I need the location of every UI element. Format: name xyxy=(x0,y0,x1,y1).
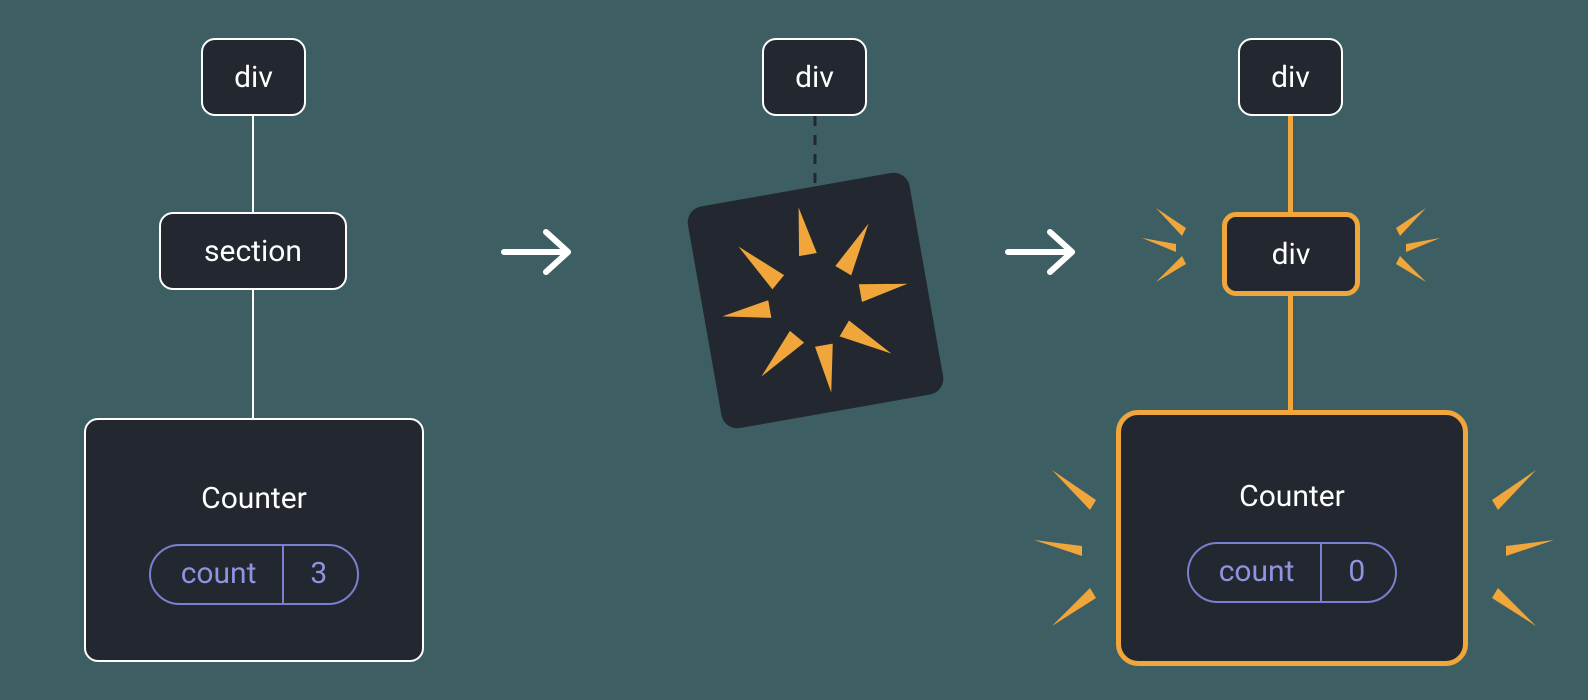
tree1-state-pill: count 3 xyxy=(149,544,360,605)
tree3-state-value: 0 xyxy=(1320,544,1395,601)
diagram-stage: div section Counter count 3 div xyxy=(0,0,1588,700)
tree1-state-label: count xyxy=(151,546,283,603)
tree2-root-node: div xyxy=(762,38,867,116)
arrow-2 xyxy=(1004,222,1082,286)
tree3-root-label: div xyxy=(1271,60,1310,95)
tree1-edge-mid-leaf xyxy=(252,290,254,418)
tree3-mid-label: div xyxy=(1272,237,1311,272)
tree1-root-node: div xyxy=(201,38,306,116)
tree2-root-label: div xyxy=(795,60,834,95)
tree1-counter-title: Counter xyxy=(201,481,307,516)
tree1-root-label: div xyxy=(234,60,273,95)
tree3-edge-mid-leaf xyxy=(1288,296,1293,410)
arrow-1 xyxy=(500,222,578,286)
tree3-mid-node: div xyxy=(1222,212,1360,296)
tree1-state-value: 3 xyxy=(282,546,357,603)
tree3-counter-node: Counter count 0 xyxy=(1116,410,1468,666)
tree3-state-label: count xyxy=(1189,544,1321,601)
tree1-edge-root-mid xyxy=(252,116,254,212)
tree1-counter-node: Counter count 3 xyxy=(84,418,424,662)
tree3-root-node: div xyxy=(1238,38,1343,116)
tree3-counter-title: Counter xyxy=(1239,479,1345,514)
tree3-state-pill: count 0 xyxy=(1187,542,1398,603)
tree3-edge-root-mid xyxy=(1288,116,1293,212)
tree1-mid-label: section xyxy=(204,234,302,269)
tree2-destroyed-node xyxy=(685,170,946,431)
tree1-mid-node: section xyxy=(159,212,347,290)
tree2-edge-dashed xyxy=(813,116,817,196)
